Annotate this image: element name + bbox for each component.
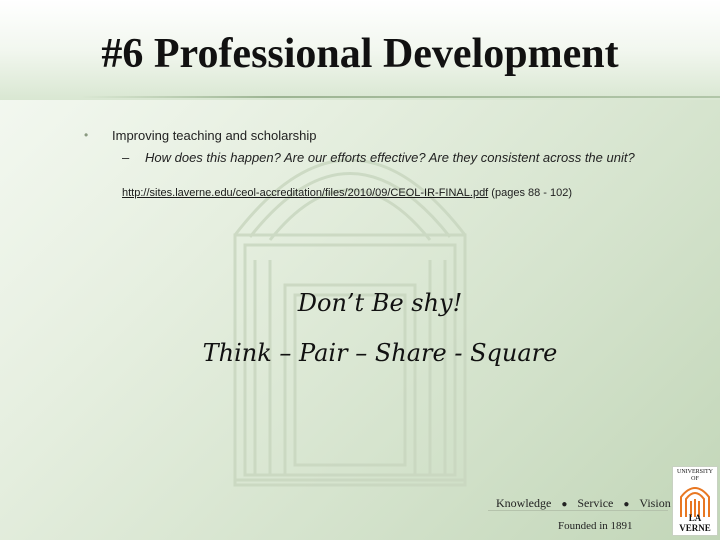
bullet-marker: •	[84, 128, 89, 142]
footer-divider	[488, 510, 668, 511]
prompt-line-1: Don’t Be shy!	[297, 289, 463, 317]
motto-service: Service	[577, 496, 614, 510]
motto-separator-icon: ●	[623, 499, 630, 510]
prompt-line-2: Think – Pair – Share - Square	[202, 339, 558, 367]
motto-separator-icon: ●	[561, 499, 568, 510]
logo-bottom-text: LA VERNE	[679, 513, 711, 533]
university-logo: UNIVERSITY OF LA VERNE	[672, 466, 718, 536]
motto-vision: Vision	[639, 496, 671, 510]
motto-knowledge: Knowledge	[496, 496, 552, 510]
reference-line: http://sites.laverne.edu/ceol-accreditat…	[122, 186, 572, 200]
footer-founded: Founded in 1891	[558, 520, 633, 532]
footer-motto: Knowledge ● Service ● Vision	[496, 496, 671, 511]
sub-bullet-text: How does this happen? Are our efforts ef…	[145, 150, 635, 165]
page-range: (pages 88 - 102)	[488, 187, 573, 199]
sub-bullet-marker: –	[122, 150, 130, 165]
slide: #6 Professional Development • Improving …	[0, 0, 720, 540]
report-link[interactable]: http://sites.laverne.edu/ceol-accreditat…	[122, 187, 488, 199]
slide-content: • Improving teaching and scholarship – H…	[0, 0, 720, 540]
bullet-text: Improving teaching and scholarship	[112, 128, 317, 143]
